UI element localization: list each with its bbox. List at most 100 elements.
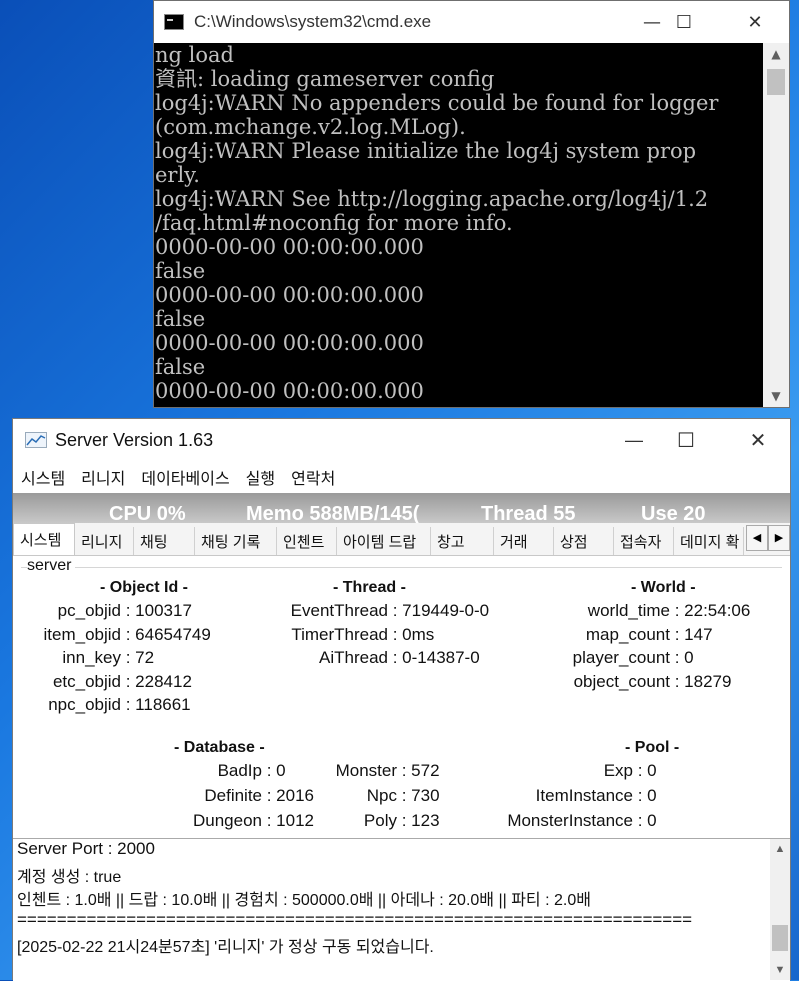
server-window: Server Version 1.63 — ☐ ✕ 시스템 리니지 데이타베이스… (12, 418, 791, 981)
menu-lineage[interactable]: 리니지 (81, 465, 125, 489)
scroll-down-icon[interactable]: ▼ (770, 960, 790, 980)
pool-header: - Pool - (625, 739, 680, 756)
log-scroll-thumb[interactable] (772, 925, 788, 951)
tab-chat-log[interactable]: 채팅 기록 (195, 527, 277, 555)
stat-value: 0 (647, 811, 657, 830)
stat-key: map_count (585, 624, 670, 644)
server-titlebar[interactable]: Server Version 1.63 — ☐ ✕ (13, 419, 790, 461)
tab-item-drop[interactable]: 아이템 드랍 (337, 527, 431, 555)
server-log[interactable]: Server Port : 2000 계정 생성 : true 인첸트 : 1.0배… (13, 838, 790, 981)
tab-chat[interactable]: 채팅 (134, 527, 195, 555)
cmd-scroll-thumb[interactable] (767, 69, 785, 95)
scroll-down-icon[interactable]: ▼ (763, 385, 789, 407)
tab-damage[interactable]: 데미지 확 (674, 527, 744, 555)
console-line: 0000-00-00 00:00:00.000 (155, 235, 424, 259)
log-scrollbar[interactable]: ▲ ▼ (770, 839, 790, 980)
memory-usage: Memo 588MB/145( (246, 503, 420, 523)
object-id-header: - Object Id - (100, 579, 188, 596)
server-tab-bar: 시스템 리니지 채팅 채팅 기록 인첸트 아이템 드랍 창고 거래 상점 접속자… (13, 523, 790, 556)
cmd-console-output[interactable]: ng load 資訊: loading gameserver config log4… (154, 43, 764, 407)
console-line: erly. (155, 163, 200, 187)
stat-row: player_count : 0 (13, 648, 694, 668)
server-window-title: Server Version 1.63 (55, 429, 214, 450)
stat-value: 0 (647, 761, 657, 780)
thread-header: - Thread - (333, 579, 406, 596)
user-count: Use 20 (641, 503, 706, 523)
performance-strip: CPU 0% Memo 588MB/145( Thread 55 Use 20 (13, 493, 790, 523)
stat-key: MonsterInstance (507, 811, 633, 830)
thread-count: Thread 55 (481, 503, 576, 523)
chart-app-icon (25, 432, 47, 448)
tab-enchant[interactable]: 인첸트 (277, 527, 337, 555)
stat-value: 18279 (684, 671, 732, 691)
console-line: 資訊: loading gameserver config (155, 67, 495, 91)
cmd-titlebar[interactable]: C:\Windows\system32\cmd.exe — ☐ ✕ (154, 1, 789, 43)
scroll-up-icon[interactable]: ▲ (770, 839, 790, 859)
console-line: false (155, 259, 206, 283)
stat-key: player_count (572, 648, 670, 667)
console-line: ng load (155, 43, 234, 67)
scroll-up-icon[interactable]: ▲ (763, 43, 789, 65)
database-header: - Database - (174, 739, 265, 756)
log-line: 인첸트 : 1.0배 || 드랍 : 10.0배 || 경험치 : 500000… (17, 892, 591, 909)
menu-contact[interactable]: 연락처 (291, 465, 335, 489)
stat-key: npc_objid (48, 695, 121, 714)
stat-key: object_count (573, 671, 670, 691)
group-border (21, 567, 782, 568)
stat-row: object_count : 18279 (13, 671, 732, 692)
log-line: 계정 생성 : true (17, 869, 122, 886)
stat-row: Exp : 0 (13, 761, 657, 781)
stat-value: 118661 (135, 695, 191, 714)
cmd-maximize-button[interactable]: ☐ (661, 1, 707, 43)
stat-value: 0 (647, 786, 657, 805)
world-header: - World - (631, 579, 696, 596)
tab-trade[interactable]: 거래 (494, 527, 554, 555)
log-line: Server Port : 2000 (17, 839, 155, 858)
system-panel: server - Object Id - pc_objid : 100317 it… (13, 555, 790, 837)
stat-row: MonsterInstance : 0 (13, 811, 657, 831)
stat-key: ItemInstance (535, 786, 633, 805)
server-maximize-button[interactable]: ☐ (663, 419, 709, 461)
console-line: (com.mchange.v2.log.MLog). (155, 115, 466, 139)
group-label-server: server (27, 557, 76, 575)
cmd-window-title: C:\Windows\system32\cmd.exe (194, 12, 432, 31)
tab-warehouse[interactable]: 창고 (431, 527, 494, 555)
server-menubar: 시스템 리니지 데이타베이스 실행 연락처 (13, 461, 790, 493)
tab-system[interactable]: 시스템 (13, 523, 75, 555)
stat-key: world_time (587, 601, 670, 620)
stat-key: Exp (603, 761, 633, 780)
tab-shop[interactable]: 상점 (554, 527, 614, 555)
console-line: log4j:WARN See http://logging.apache.org… (155, 187, 709, 211)
cmd-app-icon (164, 14, 184, 30)
server-close-button[interactable]: ✕ (735, 419, 781, 461)
menu-system[interactable]: 시스템 (21, 465, 65, 489)
cmd-close-button[interactable]: ✕ (732, 1, 778, 43)
stat-value: 0 (684, 648, 694, 667)
console-line: log4j:WARN Please initialize the log4j s… (155, 139, 697, 163)
console-line: log4j:WARN No appenders could be found f… (155, 91, 719, 115)
tab-scroll-left-icon[interactable]: ◀ (746, 525, 768, 551)
cmd-scrollbar[interactable]: ▲ ▼ (763, 43, 789, 407)
console-line: /faq.html#noconfig for more info. (155, 211, 513, 235)
cmd-window: C:\Windows\system32\cmd.exe — ☐ ✕ ng loa… (153, 0, 790, 408)
console-line: 0000-00-00 00:00:00.000 (155, 379, 424, 403)
stat-row: world_time : 22:54:06 (13, 601, 751, 621)
tab-scroll-right-icon[interactable]: ▶ (768, 525, 790, 551)
log-line: [2025-02-22 21시24분57초] '리니지' 가 정상 구동 되었습… (17, 939, 434, 956)
menu-run[interactable]: 실행 (246, 465, 275, 489)
log-line: ========================================… (17, 910, 693, 929)
cpu-usage: CPU 0% (109, 503, 186, 523)
tab-lineage[interactable]: 리니지 (75, 527, 134, 555)
menu-database[interactable]: 데이타베이스 (141, 465, 229, 489)
console-line: false (155, 307, 206, 331)
console-line: false (155, 355, 206, 379)
console-line: 0000-00-00 00:00:00.000 (155, 331, 424, 355)
tab-scroll-arrows: ◀ ▶ (746, 525, 790, 551)
stat-value: 22:54:06 (684, 601, 751, 620)
stat-row: npc_objid : 118661 (13, 695, 191, 715)
server-minimize-button[interactable]: — (611, 419, 657, 461)
console-line: 0000-00-00 00:00:00.000 (155, 283, 424, 307)
tab-connected-users[interactable]: 접속자 (614, 527, 674, 555)
stat-row: map_count : 147 (13, 625, 713, 645)
stat-row: ItemInstance : 0 (13, 786, 657, 806)
